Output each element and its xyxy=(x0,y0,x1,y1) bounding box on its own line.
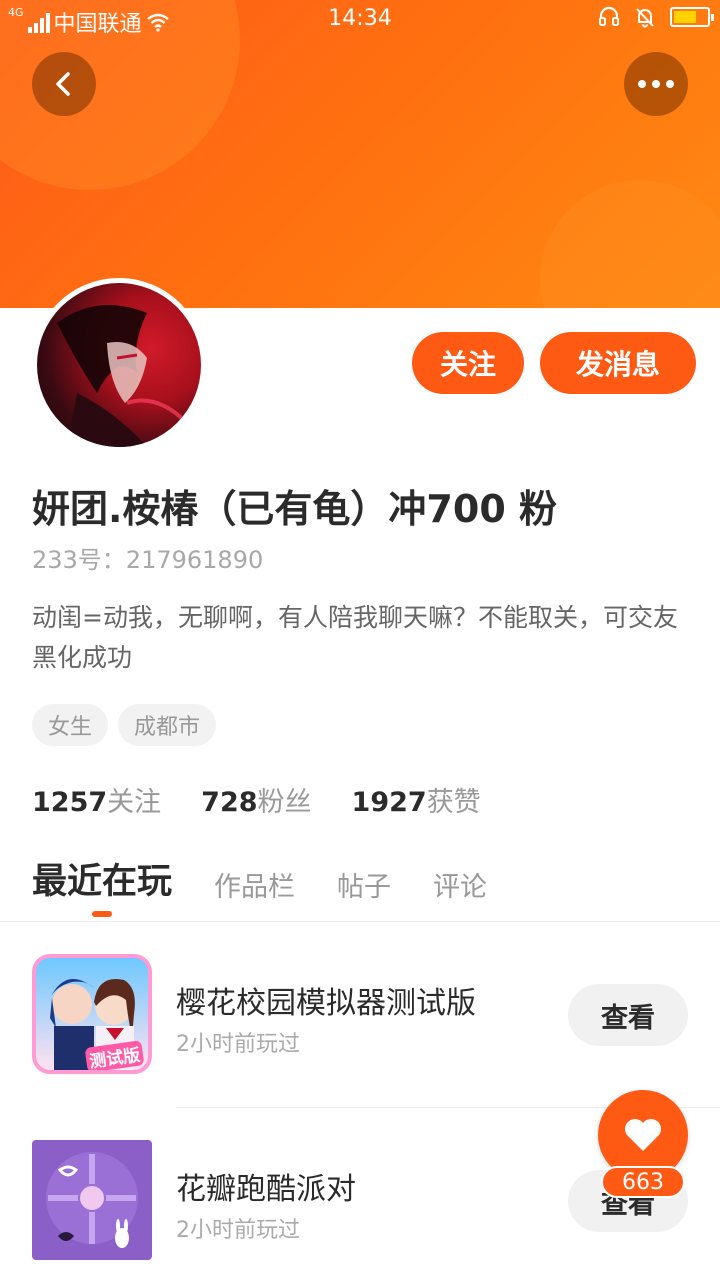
followers-stat[interactable]: 728粉丝 xyxy=(201,780,311,819)
battery-icon xyxy=(670,7,714,27)
active-tab-indicator xyxy=(92,911,112,917)
status-bar: 4G 中国联通 14:34 xyxy=(0,0,720,38)
profile-stats: 1257关注 728粉丝 1927获赞 xyxy=(32,780,481,819)
profile-tags: 女生 成都市 xyxy=(32,704,217,746)
game-last-played: 2小时前玩过 xyxy=(176,1218,300,1243)
game-last-played: 2小时前玩过 xyxy=(176,1032,300,1057)
tab-label: 最近在玩 xyxy=(32,862,173,902)
tab-divider xyxy=(0,921,720,922)
game-title: 花瓣跑酷派对 xyxy=(176,1172,356,1207)
game-title: 樱花校园模拟器测试版 xyxy=(176,986,476,1021)
more-dots-icon xyxy=(638,80,674,88)
view-game-button[interactable]: 查看 xyxy=(568,984,688,1046)
likes-stat[interactable]: 1927获赞 xyxy=(352,780,481,819)
list-item[interactable]: 测试版 樱花校园模拟器测试版 2小时前玩过 查看 xyxy=(0,954,720,1094)
stat-number: 728 xyxy=(201,787,258,818)
headphone-icon xyxy=(599,6,619,26)
profile-bio: 动闺=动我，无聊啊，有人陪我聊天嘛？不能取关，可交友黑化成功 xyxy=(32,603,678,672)
send-message-button[interactable]: 发消息 xyxy=(540,332,696,394)
more-options-button[interactable] xyxy=(624,52,688,116)
sakura-school-icon: 测试版 xyxy=(32,954,152,1074)
avatar-image xyxy=(37,283,201,447)
follow-button[interactable]: 关注 xyxy=(412,332,524,394)
stat-number: 1927 xyxy=(351,787,427,818)
tab-recently-played[interactable]: 最近在玩 xyxy=(32,853,173,917)
mute-bell-icon xyxy=(636,8,654,28)
profile-id: 233号：217961890 xyxy=(32,546,264,574)
profile-header-background xyxy=(0,0,720,308)
tab-comments[interactable]: 评论 xyxy=(433,865,487,904)
petal-parkour-icon xyxy=(32,1140,152,1260)
tab-works[interactable]: 作品栏 xyxy=(214,865,295,904)
gender-tag: 女生 xyxy=(32,704,109,746)
heart-icon xyxy=(625,1119,661,1151)
profile-nickname: 妍团.桉椿（已有龟）冲700 粉 xyxy=(32,487,557,531)
chevron-left-icon xyxy=(56,72,70,96)
stat-label: 获赞 xyxy=(426,787,481,818)
following-stat[interactable]: 1257关注 xyxy=(32,780,161,819)
like-count-badge: 663 xyxy=(601,1166,685,1198)
avatar[interactable] xyxy=(32,278,206,452)
stat-label: 粉丝 xyxy=(257,787,312,818)
profile-tabs: 最近在玩 作品栏 帖子 评论 xyxy=(32,853,487,917)
location-tag: 成都市 xyxy=(118,704,217,746)
stat-label: 关注 xyxy=(107,787,162,818)
back-button[interactable] xyxy=(32,52,96,116)
stat-number: 1257 xyxy=(32,787,108,818)
tab-posts[interactable]: 帖子 xyxy=(337,865,391,904)
